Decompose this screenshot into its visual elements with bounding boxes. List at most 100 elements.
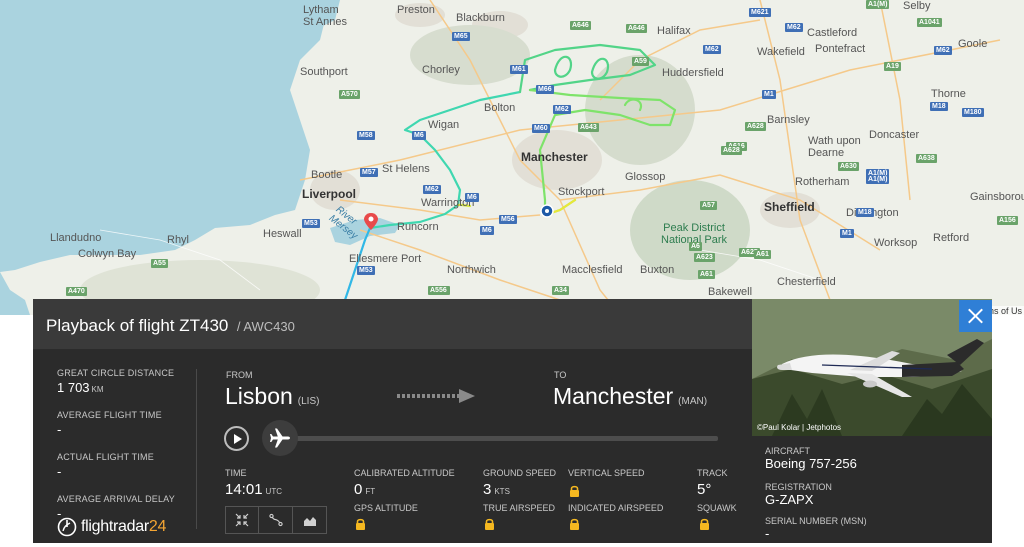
map-label: Buxton (640, 264, 675, 276)
avg-flight-time-label: AVERAGE FLIGHT TIME (57, 410, 162, 420)
column-divider (196, 369, 197, 529)
lock-icon[interactable] (699, 518, 710, 530)
aircraft-type-value: Boeing 757-256 (765, 456, 857, 471)
map-label: Wath upon Dearne (808, 135, 861, 159)
lock-icon[interactable] (355, 518, 366, 530)
ground-speed-label: GROUND SPEED (483, 468, 557, 478)
zoom-fit-button[interactable] (225, 506, 259, 534)
road-shield: M53 (357, 266, 375, 275)
road-shield: M6 (412, 131, 426, 140)
time-label: TIME (225, 468, 247, 478)
road-shield: M53 (302, 219, 320, 228)
track-label: TRACK (697, 468, 728, 478)
flightradar24-logo[interactable]: flightradar24 (57, 517, 166, 537)
timeline-handle[interactable] (262, 420, 298, 456)
road-shield: M56 (499, 215, 517, 224)
road-shield: M6 (480, 226, 494, 235)
map-label: Glossop (625, 171, 666, 183)
road-shield: A646 (626, 24, 647, 33)
aircraft-info-card: ©Paul Kolar | Jetphotos AIRCRAFT Boeing … (752, 299, 992, 543)
road-shield: M1 (840, 229, 854, 238)
indicated-airspeed-label: INDICATED AIRSPEED (568, 503, 664, 513)
from-label: FROM (226, 370, 253, 380)
altitude-graph-icon (303, 517, 316, 526)
actual-flight-time-label: ACTUAL FLIGHT TIME (57, 452, 154, 462)
map-label: Retford (933, 232, 970, 244)
map-label: Northwich (447, 264, 496, 276)
map-label: Goole (958, 38, 988, 50)
route-icon (268, 513, 283, 527)
road-shield: A1(M) (866, 0, 890, 9)
road-shield: A61 (698, 270, 715, 279)
map-label: Doncaster (869, 129, 920, 141)
flight-playback-panel: Playback of flight ZT430 / AWC430 GREAT … (33, 299, 752, 543)
map-label: Llandudno (50, 232, 102, 244)
road-shield: M62 (703, 45, 721, 54)
close-button[interactable] (959, 300, 992, 332)
road-shield: M621 (749, 8, 771, 17)
map-label: Manchester (521, 150, 588, 164)
map-label: Preston (397, 4, 435, 16)
road-shield: M62 (785, 23, 803, 32)
calibrated-altitude-label: CALIBRATED ALTITUDE (354, 468, 455, 478)
map-label: Worksop (874, 237, 918, 249)
true-airspeed-label: TRUE AIRSPEED (483, 503, 556, 513)
gps-altitude-label: GPS ALTITUDE (354, 503, 418, 513)
registration-value: G-ZAPX (765, 492, 814, 507)
map-label: Southport (300, 66, 348, 78)
lock-icon[interactable] (569, 518, 580, 530)
road-shield: A55 (151, 259, 168, 268)
flight-summary: GREAT CIRCLE DISTANCE 1 703 KM AVERAGE FL… (33, 351, 193, 543)
playback-timeline[interactable] (295, 436, 718, 441)
callsign: / AWC430 (236, 319, 295, 334)
aircraft-position-icon[interactable] (540, 204, 554, 218)
map-label: Wakefield (757, 46, 805, 58)
road-shield: A57 (700, 201, 717, 210)
road-shield: A630 (838, 162, 859, 171)
panel-header: Playback of flight ZT430 / AWC430 (33, 299, 752, 350)
road-shield: M66 (536, 85, 554, 94)
avg-arrival-delay-label: AVERAGE ARRIVAL DELAY (57, 494, 175, 504)
altitude-graph-button[interactable] (293, 506, 327, 534)
map-label: Selby (903, 0, 931, 12)
calibrated-altitude-value: 0 FT (354, 481, 376, 498)
road-shield: M60 (532, 124, 550, 133)
photo-credit[interactable]: ©Paul Kolar | Jetphotos (757, 423, 841, 432)
map-label: Sheffield (764, 200, 815, 214)
destination-airport[interactable]: Manchester (MAN) (553, 383, 707, 410)
map-label: Huddersfield (662, 67, 724, 79)
map-label: Heswall (263, 228, 302, 240)
road-shield: A638 (916, 154, 937, 163)
vertical-speed-label: VERTICAL SPEED (568, 468, 645, 478)
map-label: Bolton (484, 102, 516, 114)
avg-flight-time-value: - (57, 422, 62, 437)
road-shield: M62 (553, 105, 571, 114)
road-shield: A470 (66, 287, 87, 296)
origin-airport[interactable]: Lisbon (LIS) (225, 383, 319, 410)
road-shield: M1 (762, 90, 776, 99)
road-shield: M18 (930, 102, 948, 111)
map-label: Lytham St Annes (303, 4, 348, 28)
show-route-button[interactable] (259, 506, 293, 534)
aircraft-photo[interactable]: ©Paul Kolar | Jetphotos (752, 299, 992, 436)
road-shield: A34 (552, 286, 569, 295)
lock-icon[interactable] (569, 485, 580, 497)
map-label: Gainsborough (970, 191, 1024, 203)
road-shield: M18 (856, 208, 874, 217)
road-shield: A556 (428, 286, 449, 295)
map-label: Runcorn (397, 221, 439, 233)
map-label: Macclesfield (562, 264, 623, 276)
map-label: Bakewell (708, 286, 753, 298)
squawk-label: SQUAWK (697, 503, 737, 513)
road-shield: A628 (745, 122, 766, 131)
map-label: Liverpool (302, 187, 357, 201)
map-label: Colwyn Bay (78, 248, 137, 260)
time-value: 14:01 UTC (225, 481, 282, 498)
play-button[interactable] (224, 426, 249, 451)
lock-icon[interactable] (484, 518, 495, 530)
map-label: Chesterfield (777, 276, 836, 288)
road-shield: A6 (689, 242, 702, 251)
road-shield: M180 (962, 108, 984, 117)
map[interactable]: Lytham St Annes Preston Blackburn Halifax Wa… (0, 0, 1024, 315)
road-shield: A646 (570, 21, 591, 30)
